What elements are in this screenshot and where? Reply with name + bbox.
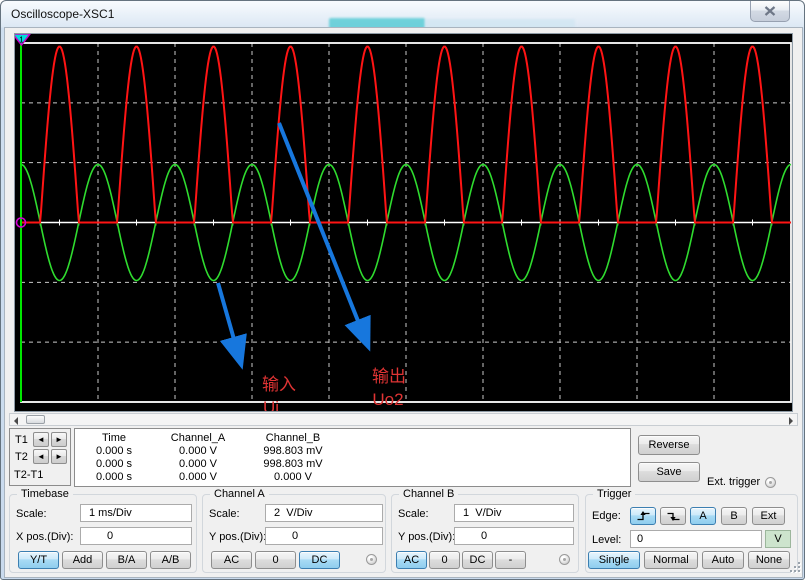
cursor-panel: T1 ◄ ► T2 ◄ ► T2-T1 (9, 428, 71, 486)
channel-b-zero-button[interactable]: 0 (429, 551, 460, 569)
channel-b-ypos-label: Y pos.(Div): (398, 531, 455, 543)
t1-channel-a: 0.000 V (153, 445, 243, 458)
channel-a-ypos-input[interactable]: 0 (265, 527, 383, 545)
t2-right-button[interactable]: ► (51, 449, 67, 464)
channel-a-terminal (366, 554, 377, 565)
table-row: 0.000 s 0.000 V 0.000 V (75, 471, 630, 484)
channel-a-zero-button[interactable]: 0 (255, 551, 296, 569)
t2-time: 0.000 s (75, 458, 153, 471)
title-bar[interactable]: Oscilloscope-XSC1 (1, 1, 804, 28)
trigger-title: Trigger (593, 488, 635, 500)
trigger-group: Trigger Edge: A B Ext Level: 0 V Single … (585, 494, 798, 573)
resize-grip[interactable] (790, 562, 802, 574)
t2-left-button[interactable]: ◄ (33, 449, 49, 464)
trigger-level-label: Level: (592, 534, 621, 546)
t2-channel-b: 998.803 mV (243, 458, 343, 471)
trigger-source-a-button[interactable]: A (690, 507, 716, 525)
trigger-level-unit-select[interactable]: V (765, 530, 791, 548)
trigger-auto-button[interactable]: Auto (702, 551, 744, 569)
close-button[interactable] (750, 1, 790, 22)
delta-time: 0.000 s (75, 471, 153, 484)
measurement-table: Time Channel_A Channel_B 0.000 s 0.000 V… (74, 428, 631, 487)
rising-edge-icon (636, 510, 651, 522)
left-arrow-icon: ◄ (37, 435, 45, 444)
scrollbar-thumb[interactable] (26, 415, 45, 424)
falling-edge-button[interactable] (660, 507, 686, 525)
scope-display: 1 输入 Ui 输出 Uo2 (15, 34, 792, 411)
channel-b-minus-button[interactable]: - (495, 551, 526, 569)
table-row: 0.000 s 0.000 V 998.803 mV (75, 458, 630, 471)
timebase-scale-label: Scale: (16, 508, 47, 520)
ab-mode-button[interactable]: A/B (150, 551, 191, 569)
scroll-left-icon[interactable] (14, 417, 18, 425)
col-channel-a: Channel_A (153, 432, 243, 445)
falling-edge-icon (666, 510, 681, 522)
t2-label: T2 (15, 451, 28, 463)
left-arrow-icon: ◄ (37, 452, 45, 461)
annotation-output-sub: Uo2 (372, 390, 403, 409)
t1-time: 0.000 s (75, 445, 153, 458)
annotation-input-label: 输入 (262, 375, 296, 394)
ext-trigger-terminal (765, 477, 776, 488)
t2-channel-a: 0.000 V (153, 458, 243, 471)
trigger-edge-label: Edge: (592, 510, 621, 522)
channel-b-terminal (559, 554, 570, 565)
ba-mode-button[interactable]: B/A (106, 551, 147, 569)
trigger-none-button[interactable]: None (748, 551, 790, 569)
trigger-level-input[interactable]: 0 (630, 530, 762, 548)
timebase-title: Timebase (17, 488, 73, 500)
channel-b-title: Channel B (399, 488, 458, 500)
reverse-button[interactable]: Reverse (638, 435, 700, 455)
table-header-row: Time Channel_A Channel_B (75, 432, 630, 445)
timebase-scale-input[interactable]: 1 ms/Div (80, 504, 192, 522)
trigger-single-button[interactable]: Single (588, 551, 640, 569)
t1-cursor-number: 1 (19, 36, 24, 45)
ext-trigger-label: Ext. trigger (707, 476, 760, 488)
t1-left-button[interactable]: ◄ (33, 432, 49, 447)
timebase-xpos-label: X pos.(Div): (16, 531, 73, 543)
t1-label: T1 (15, 434, 28, 446)
channel-b-dc-button[interactable]: DC (462, 551, 493, 569)
delta-channel-b: 0.000 V (243, 471, 343, 484)
add-mode-button[interactable]: Add (62, 551, 103, 569)
channel-a-title: Channel A (210, 488, 269, 500)
channel-a-dc-button[interactable]: DC (299, 551, 340, 569)
delta-channel-a: 0.000 V (153, 471, 243, 484)
t1-right-button[interactable]: ► (51, 432, 67, 447)
oscilloscope-window: Oscilloscope-XSC1 1 输入 (0, 0, 805, 580)
channel-a-ypos-label: Y pos.(Div): (209, 531, 266, 543)
timebase-xpos-input[interactable]: 0 (80, 527, 192, 545)
timebase-group: Timebase Scale: 1 ms/Div X pos.(Div): 0 … (9, 494, 197, 573)
channel-b-scale-label: Scale: (398, 508, 429, 520)
trigger-source-b-button[interactable]: B (721, 507, 747, 525)
table-row: 0.000 s 0.000 V 998.803 mV (75, 445, 630, 458)
scroll-right-icon[interactable] (789, 417, 793, 425)
right-arrow-icon: ► (55, 452, 63, 461)
annotation-arrows (218, 123, 368, 364)
yt-mode-button[interactable]: Y/T (18, 551, 59, 569)
annotation-output-label: 输出 (372, 367, 406, 386)
t1-channel-b: 998.803 mV (243, 445, 343, 458)
horizontal-scrollbar[interactable] (9, 413, 798, 426)
trigger-normal-button[interactable]: Normal (644, 551, 698, 569)
close-icon (764, 6, 776, 16)
channel-a-scale-input[interactable]: 2 V/Div (265, 504, 383, 522)
col-channel-b: Channel_B (243, 432, 343, 445)
save-button[interactable]: Save (638, 462, 700, 482)
channel-b-scale-input[interactable]: 1 V/Div (454, 504, 574, 522)
window-title: Oscilloscope-XSC1 (11, 7, 114, 21)
col-time: Time (75, 432, 153, 445)
channel-a-group: Channel A Scale: 2 V/Div Y pos.(Div): 0 … (202, 494, 386, 573)
rising-edge-button[interactable] (630, 507, 656, 525)
channel-a-scale-label: Scale: (209, 508, 240, 520)
channel-b-ypos-input[interactable]: 0 (454, 527, 574, 545)
channel-b-ac-button[interactable]: AC (396, 551, 427, 569)
t2-t1-label: T2-T1 (14, 469, 43, 481)
channel-a-ac-button[interactable]: AC (211, 551, 252, 569)
trigger-source-ext-button[interactable]: Ext (752, 507, 785, 525)
right-arrow-icon: ► (55, 435, 63, 444)
channel-b-group: Channel B Scale: 1 V/Div Y pos.(Div): 0 … (391, 494, 579, 573)
annotation-input-sub: Ui (263, 398, 279, 411)
